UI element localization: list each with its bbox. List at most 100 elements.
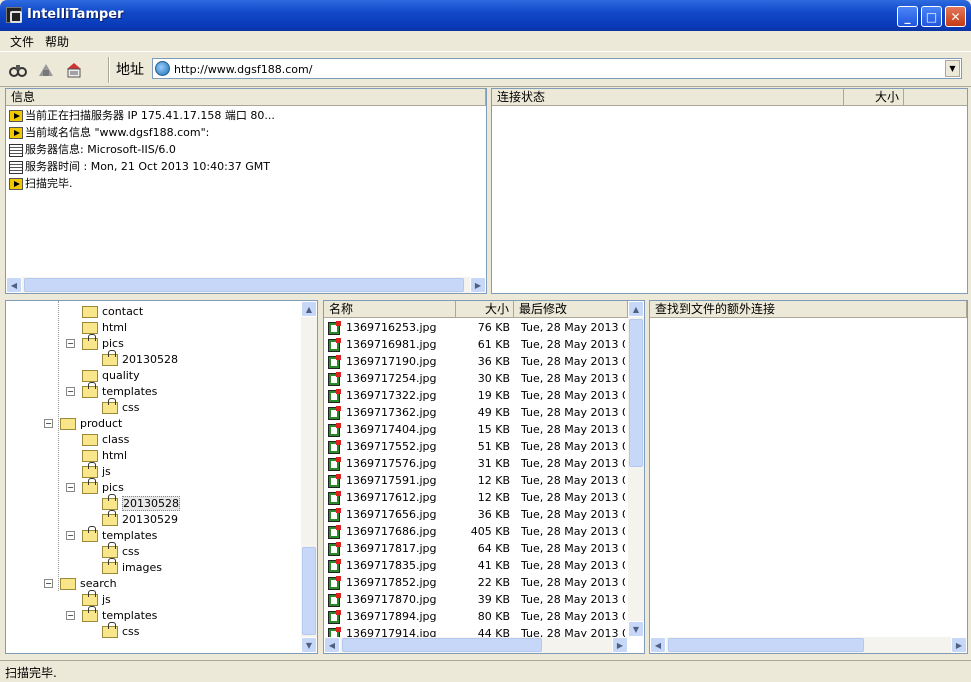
tree-node[interactable]: templates bbox=[82, 606, 157, 624]
stop-button[interactable] bbox=[36, 60, 56, 80]
scan-button[interactable] bbox=[8, 60, 28, 80]
tree-node[interactable]: css bbox=[102, 398, 140, 416]
scroll-left-button[interactable]: ◀ bbox=[324, 637, 340, 653]
server-icon bbox=[9, 143, 23, 157]
options-button[interactable] bbox=[64, 60, 84, 80]
file-row[interactable]: 1369717322.jpg 19 KB Tue, 28 May 2013 05 bbox=[324, 387, 628, 404]
tree-expander[interactable]: − bbox=[66, 339, 75, 348]
minimize-button[interactable]: _ bbox=[897, 6, 918, 27]
tree-expander[interactable]: − bbox=[66, 483, 75, 492]
chevron-down-icon: ▼ bbox=[949, 64, 956, 73]
connection-size-header[interactable]: 大小 bbox=[844, 89, 904, 106]
image-file-icon bbox=[328, 558, 341, 573]
scroll-thumb[interactable] bbox=[668, 638, 864, 652]
scroll-right-button[interactable]: ▶ bbox=[470, 277, 486, 293]
name-column-header[interactable]: 名称 bbox=[324, 301, 456, 318]
tree-expander[interactable]: − bbox=[66, 387, 75, 396]
toolbar-separator bbox=[108, 57, 110, 83]
file-row[interactable]: 1369717612.jpg 12 KB Tue, 28 May 2013 05 bbox=[324, 489, 628, 506]
maximize-button[interactable]: □ bbox=[921, 6, 942, 27]
tree-expander[interactable]: − bbox=[66, 611, 75, 620]
file-size: 76 KB bbox=[477, 321, 510, 334]
stop-scan-icon bbox=[39, 64, 53, 76]
tree-expander[interactable]: − bbox=[44, 419, 53, 428]
scroll-thumb[interactable] bbox=[24, 278, 464, 292]
file-row[interactable]: 1369717254.jpg 30 KB Tue, 28 May 2013 05 bbox=[324, 370, 628, 387]
info-hscrollbar[interactable]: ◀ ▶ bbox=[6, 277, 486, 293]
file-row[interactable]: 1369717362.jpg 49 KB Tue, 28 May 2013 05 bbox=[324, 404, 628, 421]
file-name: 1369717254.jpg bbox=[346, 372, 437, 385]
scroll-right-button[interactable]: ▶ bbox=[612, 637, 628, 653]
file-row[interactable]: 1369717190.jpg 36 KB Tue, 28 May 2013 04 bbox=[324, 353, 628, 370]
file-size: 61 KB bbox=[477, 338, 510, 351]
tree-node[interactable]: js bbox=[82, 590, 111, 608]
tree-expander[interactable]: − bbox=[44, 579, 53, 588]
file-size: 30 KB bbox=[477, 372, 510, 385]
tree-node[interactable]: product bbox=[60, 416, 122, 432]
scroll-down-button[interactable]: ▼ bbox=[301, 637, 317, 653]
tree-expander[interactable]: − bbox=[66, 531, 75, 540]
tree-node-label: quality bbox=[102, 369, 140, 382]
scroll-left-button[interactable]: ◀ bbox=[6, 277, 22, 293]
file-row[interactable]: 1369717852.jpg 22 KB Tue, 28 May 2013 05 bbox=[324, 574, 628, 591]
tree-node[interactable]: images bbox=[102, 558, 162, 576]
file-row[interactable]: 1369717552.jpg 51 KB Tue, 28 May 2013 05 bbox=[324, 438, 628, 455]
folder-icon bbox=[82, 370, 98, 382]
connection-status-header[interactable]: 连接状态 bbox=[492, 89, 844, 106]
scroll-thumb[interactable] bbox=[302, 547, 316, 635]
file-hscrollbar[interactable]: ◀ ▶ bbox=[324, 637, 628, 653]
tree-node[interactable]: 20130529 bbox=[102, 510, 178, 528]
file-row[interactable]: 1369717835.jpg 41 KB Tue, 28 May 2013 05 bbox=[324, 557, 628, 574]
file-row[interactable]: 1369717591.jpg 12 KB Tue, 28 May 2013 05 bbox=[324, 472, 628, 489]
file-row[interactable]: 1369716253.jpg 76 KB Tue, 28 May 2013 04 bbox=[324, 319, 628, 336]
title-bar[interactable]: IntelliTamper _ □ ✕ bbox=[0, 0, 971, 31]
tree-node[interactable]: templates bbox=[82, 526, 157, 544]
info-line: 当前域名信息 "www.dgsf188.com": bbox=[9, 124, 209, 141]
tree-node[interactable]: css bbox=[102, 542, 140, 560]
scroll-thumb[interactable] bbox=[629, 319, 643, 467]
file-row[interactable]: 1369717656.jpg 36 KB Tue, 28 May 2013 05 bbox=[324, 506, 628, 523]
modified-column-header[interactable]: 最后修改 bbox=[514, 301, 628, 318]
tree-node[interactable]: contact bbox=[82, 304, 143, 320]
file-row[interactable]: 1369717817.jpg 64 KB Tue, 28 May 2013 05 bbox=[324, 540, 628, 557]
file-row[interactable]: 1369717576.jpg 31 KB Tue, 28 May 2013 05 bbox=[324, 455, 628, 472]
file-row[interactable]: 1369717894.jpg 80 KB Tue, 28 May 2013 05 bbox=[324, 608, 628, 625]
folder-icon bbox=[82, 306, 98, 318]
menu-file[interactable]: 文件 bbox=[5, 33, 39, 50]
file-vscrollbar[interactable]: ▲ ▼ bbox=[628, 301, 644, 637]
file-row[interactable]: 1369717686.jpg 405 KB Tue, 28 May 2013 05 bbox=[324, 523, 628, 540]
play-icon bbox=[9, 178, 23, 190]
extra-links-header[interactable]: 查找到文件的额外连接 bbox=[650, 301, 967, 318]
tree-node[interactable]: templates bbox=[82, 382, 158, 400]
file-row[interactable]: 1369717404.jpg 15 KB Tue, 28 May 2013 05 bbox=[324, 421, 628, 438]
close-button[interactable]: ✕ bbox=[945, 6, 966, 27]
address-input[interactable]: http://www.dgsf188.com/ bbox=[174, 63, 312, 76]
tree-node[interactable]: js bbox=[82, 462, 111, 480]
menu-help[interactable]: 帮助 bbox=[40, 33, 74, 50]
links-hscrollbar[interactable]: ◀ ▶ bbox=[650, 637, 967, 653]
file-name: 1369717190.jpg bbox=[346, 355, 437, 368]
size-column-header[interactable]: 大小 bbox=[456, 301, 514, 318]
scroll-left-button[interactable]: ◀ bbox=[650, 637, 666, 653]
tree-node[interactable]: pics bbox=[82, 478, 124, 496]
file-modified: Tue, 28 May 2013 05 bbox=[521, 406, 625, 419]
tree-vscrollbar[interactable]: ▲ ▼ bbox=[301, 301, 317, 653]
tree-node-label: pics bbox=[102, 337, 124, 350]
tree-node[interactable]: css bbox=[102, 622, 140, 640]
info-header[interactable]: 信息 bbox=[6, 89, 486, 106]
scroll-up-button[interactable]: ▲ bbox=[628, 301, 644, 317]
scroll-thumb[interactable] bbox=[342, 638, 542, 652]
file-row[interactable]: 1369717870.jpg 39 KB Tue, 28 May 2013 05 bbox=[324, 591, 628, 608]
tree-node[interactable]: pics bbox=[82, 334, 124, 352]
scroll-right-button[interactable]: ▶ bbox=[951, 637, 967, 653]
image-file-icon bbox=[328, 609, 341, 624]
folder-icon bbox=[102, 494, 118, 510]
scroll-up-button[interactable]: ▲ bbox=[301, 301, 317, 317]
file-row[interactable]: 1369716981.jpg 61 KB Tue, 28 May 2013 04 bbox=[324, 336, 628, 353]
address-dropdown-button[interactable]: ▼ bbox=[945, 60, 960, 77]
tree-node-label: templates bbox=[102, 385, 158, 398]
tree-node[interactable]: class bbox=[82, 432, 129, 448]
scroll-down-button[interactable]: ▼ bbox=[628, 621, 644, 637]
address-combobox[interactable]: http://www.dgsf188.com/ ▼ bbox=[152, 58, 962, 79]
tree-node[interactable]: 20130528 bbox=[102, 350, 178, 368]
